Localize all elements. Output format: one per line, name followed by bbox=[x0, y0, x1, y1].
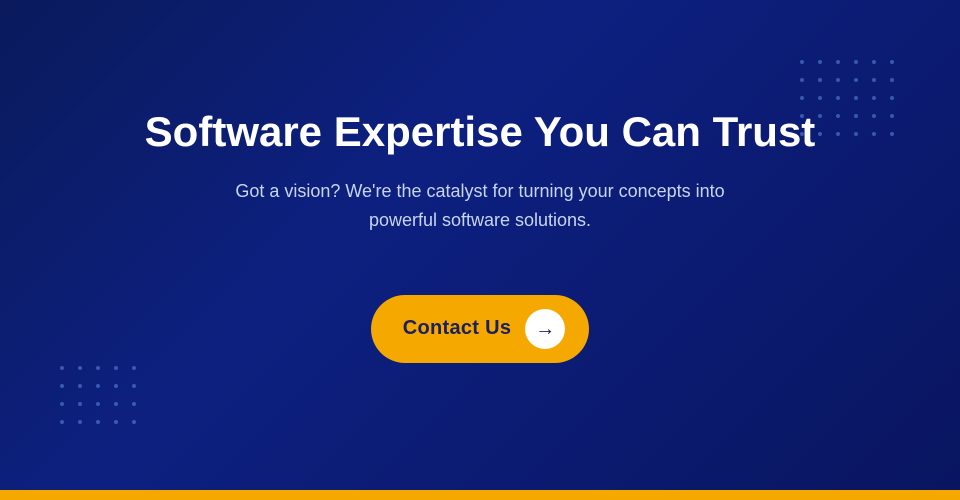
cta-arrow-circle: → bbox=[525, 309, 565, 349]
bottom-accent-bar bbox=[0, 490, 960, 500]
hero-title: Software Expertise You Can Trust bbox=[145, 107, 816, 157]
cta-button-label: Contact Us bbox=[403, 317, 512, 340]
dots-bottom-left-decoration bbox=[60, 366, 142, 430]
dots-top-right-decoration bbox=[800, 60, 900, 142]
contact-us-button[interactable]: Contact Us → bbox=[371, 295, 590, 363]
hero-subtitle: Got a vision? We're the catalyst for tur… bbox=[230, 177, 730, 235]
arrow-icon: → bbox=[535, 319, 555, 339]
page-wrapper: Software Expertise You Can Trust Got a v… bbox=[0, 0, 960, 500]
hero-section: Software Expertise You Can Trust Got a v… bbox=[0, 0, 960, 490]
